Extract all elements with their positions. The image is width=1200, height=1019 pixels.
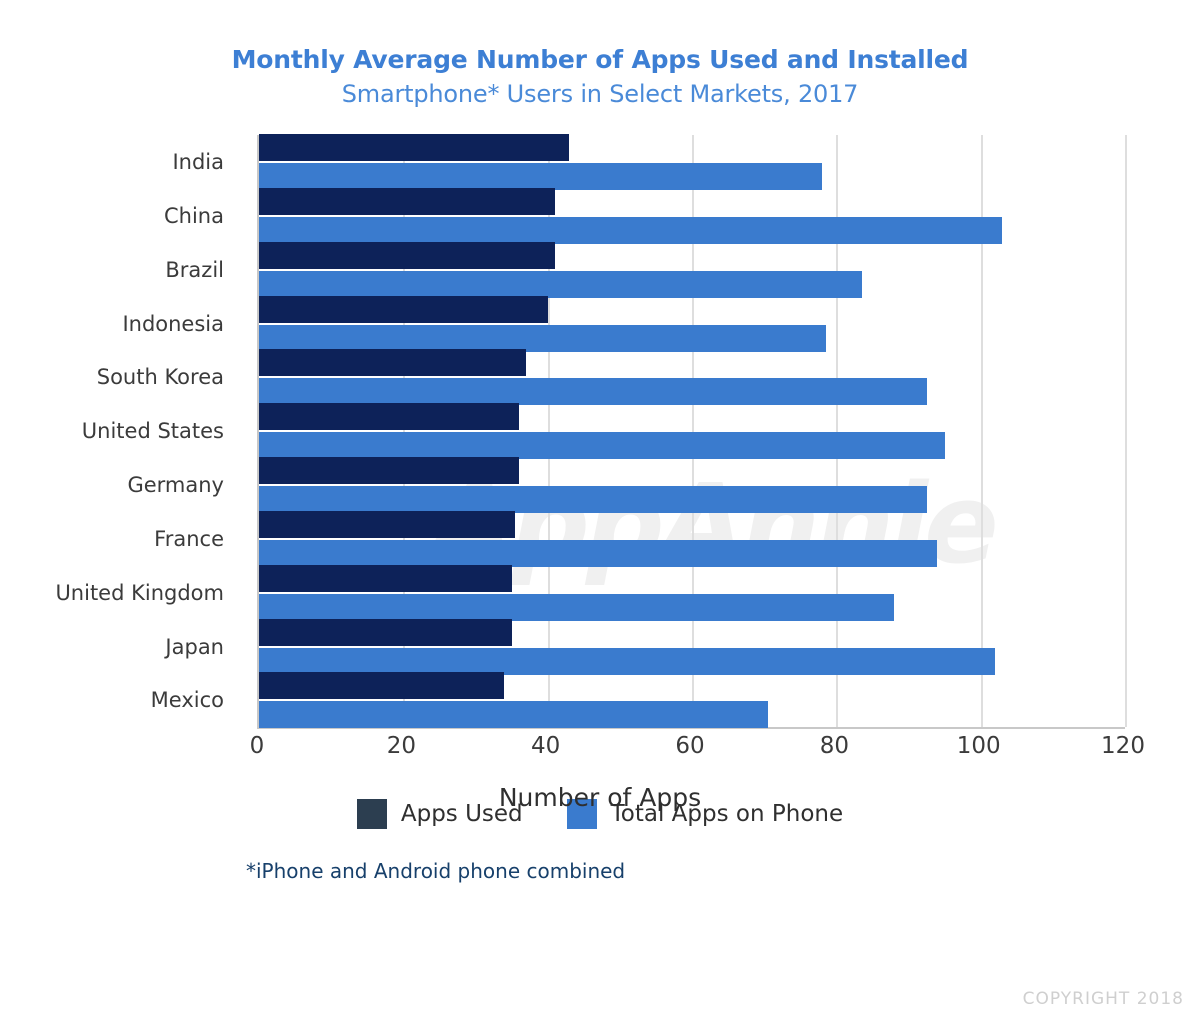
- bar-united-kingdom-total-apps-on-phone: [259, 593, 895, 621]
- bar-brazil-apps-used: [259, 241, 555, 269]
- y-axis-label-france: France: [154, 526, 224, 551]
- x-tick-label-40: 40: [531, 733, 561, 760]
- bar-india-apps-used: [259, 134, 570, 162]
- bar-japan-apps-used: [259, 618, 512, 646]
- y-axis-label-china: China: [164, 203, 224, 228]
- bar-china-total-apps-on-phone: [259, 216, 1003, 244]
- y-axis-label-south-korea: South Korea: [96, 365, 224, 390]
- copyright-notice: COPYRIGHT 2018: [1022, 989, 1184, 1009]
- y-axis-label-indonesia: Indonesia: [122, 311, 224, 336]
- plot-area: [257, 134, 1127, 730]
- x-axis-title: Number of Apps: [498, 783, 702, 813]
- y-axis-label-united-kingdom: United Kingdom: [55, 580, 224, 605]
- y-axis-label-germany: Germany: [127, 473, 224, 498]
- chart-plot-wrapper: AppAnnie India China Brazil Indonesia South …: [0, 134, 1200, 812]
- bar-china-apps-used: [259, 187, 555, 215]
- x-tick-label-80: 80: [819, 733, 849, 760]
- x-tick-label-0: 0: [249, 733, 265, 760]
- x-tick-label-20: 20: [386, 733, 416, 760]
- x-axis-ticks: 0 20 40 60 80 100 120: [250, 733, 1145, 773]
- bar-indonesia-apps-used: [259, 295, 548, 323]
- y-axis-label-india: India: [172, 150, 224, 175]
- bar-south-korea-total-apps-on-phone: [259, 378, 927, 406]
- bar-indonesia-total-apps-on-phone: [259, 324, 826, 352]
- footnote: *iPhone and Android phone combined: [246, 859, 626, 884]
- page-title: Monthly Average Number of Apps Used and …: [231, 45, 969, 74]
- x-tick-label-100: 100: [956, 733, 1001, 760]
- bar-brazil-total-apps-on-phone: [259, 270, 862, 298]
- gridline: [1125, 135, 1127, 728]
- bar-mexico-total-apps-on-phone: [259, 701, 768, 729]
- y-axis-label-united-states: United States: [81, 419, 224, 444]
- y-axis-label-mexico: Mexico: [150, 688, 224, 713]
- bar-france-apps-used: [259, 510, 516, 538]
- page-subtitle: Smartphone* Users in Select Markets, 201…: [341, 80, 859, 109]
- bar-france-total-apps-on-phone: [259, 539, 938, 567]
- bar-mexico-apps-used: [259, 672, 505, 700]
- y-axis-label-japan: Japan: [165, 634, 224, 659]
- y-axis-labels: India China Brazil Indonesia South Korea Unit…: [0, 135, 240, 727]
- bar-germany-total-apps-on-phone: [259, 486, 927, 514]
- x-tick-label-60: 60: [675, 733, 705, 760]
- bar-united-states-apps-used: [259, 403, 519, 431]
- bar-united-kingdom-apps-used: [259, 564, 512, 592]
- bar-japan-total-apps-on-phone: [259, 647, 996, 675]
- y-axis-label-brazil: Brazil: [165, 257, 224, 282]
- bar-germany-apps-used: [259, 457, 519, 485]
- chart-header: Monthly Average Number of Apps Used and …: [0, 0, 1200, 109]
- bar-south-korea-apps-used: [259, 349, 527, 377]
- bar-united-states-total-apps-on-phone: [259, 432, 945, 460]
- bar-india-total-apps-on-phone: [259, 163, 822, 191]
- x-tick-label-120: 120: [1101, 733, 1145, 760]
